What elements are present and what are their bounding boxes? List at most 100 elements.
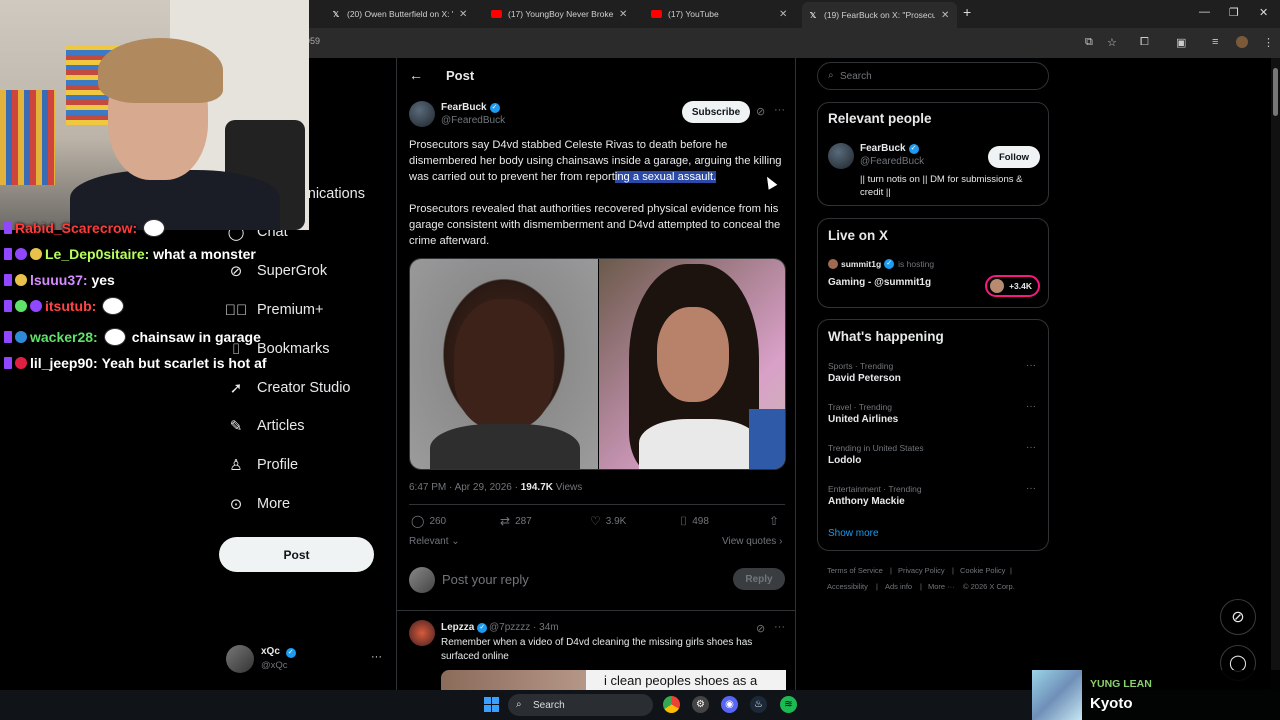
more-icon[interactable]: ··· [1026, 401, 1036, 412]
taskbar-search[interactable]: ⌕ Search [508, 694, 653, 716]
author-handle[interactable]: @FearedBuck [441, 115, 505, 126]
trend-item[interactable]: Anthony Mackie [828, 496, 905, 507]
view-quotes-link[interactable]: View quotes › [722, 536, 782, 547]
account-switcher[interactable]: xQc ✓ @xQc ··· [226, 645, 386, 673]
media-icon[interactable]: ≡ [1212, 36, 1218, 48]
sidebar-icon[interactable]: ▣ [1176, 36, 1186, 49]
avatar[interactable] [828, 143, 854, 169]
now-playing-song: Kyoto [1090, 695, 1133, 712]
live-listeners-badge[interactable]: +3.4K [985, 275, 1040, 297]
grok-fab[interactable]: ⊘ [1220, 599, 1256, 635]
nav-item-creator-studio[interactable]: ➚ Creator Studio [227, 376, 351, 400]
reply-video-thumbnail[interactable] [441, 670, 586, 690]
search-input[interactable]: ⌕ Search [817, 62, 1049, 90]
show-more-link[interactable]: Show more [828, 528, 879, 539]
chat-message: wacker28: chainsaw in garage [4, 327, 261, 347]
more-icon[interactable]: ··· [1026, 483, 1036, 494]
trend-item[interactable]: United Airlines [828, 414, 898, 425]
star-icon[interactable]: ☆ [1107, 36, 1117, 49]
app-icon[interactable]: ⚙ [692, 696, 709, 713]
footer-link[interactable]: Privacy Policy [898, 566, 945, 575]
scrollbar-thumb[interactable] [1273, 68, 1278, 116]
footer-link[interactable]: Terms of Service [827, 566, 883, 575]
sub-badge-icon [4, 331, 12, 343]
like-action[interactable]: ♡ 3.9K [590, 514, 626, 528]
steam-icon[interactable]: ♨ [750, 696, 767, 713]
more-icon[interactable]: ··· [371, 651, 382, 663]
grok-icon: ⊘ [1231, 609, 1245, 626]
tab-label: (19) FearBuck on X: "Prosecuto [824, 10, 935, 20]
browser-tab[interactable]: (17) YouTube ✕ [645, 4, 795, 24]
more-icon[interactable]: ··· [774, 104, 785, 116]
grok-icon[interactable]: ⊘ [756, 622, 765, 635]
share-action[interactable]: ⇧ [769, 514, 784, 528]
follow-button[interactable]: Follow [988, 146, 1040, 168]
new-tab-button[interactable]: + [963, 4, 971, 20]
trend-item[interactable]: Lodolo [828, 455, 861, 466]
scrollbar[interactable] [1271, 58, 1280, 690]
spotify-icon[interactable]: ≋ [780, 696, 797, 713]
grok-icon[interactable]: ⊘ [756, 105, 765, 118]
more-icon[interactable]: ··· [774, 621, 785, 633]
relevant-sort-dropdown[interactable]: Relevant ⌄ [409, 536, 460, 547]
person-name[interactable]: FearBuck ✓ [860, 143, 919, 154]
more-icon[interactable]: ··· [1026, 360, 1036, 371]
verified-icon: ✓ [285, 648, 296, 658]
footer-link[interactable]: Cookie Policy [960, 566, 1005, 575]
nav-item-profile[interactable]: ♙ Profile [227, 453, 298, 477]
reply-action[interactable]: ◯ 260 [411, 514, 446, 528]
tab-label: (20) Owen Butterfield on X: "am [347, 9, 453, 19]
back-arrow-icon[interactable]: ← [409, 67, 423, 83]
extensions-icon[interactable]: ⧠ [1140, 36, 1149, 49]
emote-icon [102, 297, 125, 315]
kebab-menu-icon[interactable]: ⋮ [1263, 36, 1274, 49]
avatar[interactable] [409, 101, 435, 127]
avatar[interactable] [409, 620, 435, 646]
mugshot-image[interactable] [410, 259, 598, 469]
trend-item[interactable]: David Peterson [828, 373, 901, 384]
panel-title: Live on X [828, 228, 889, 243]
chrome-icon[interactable] [663, 696, 680, 713]
badge-icon [30, 248, 42, 260]
portrait-image[interactable] [599, 259, 785, 469]
author-name[interactable]: FearBuck ✓ [441, 102, 500, 113]
repost-action[interactable]: ⇄ 287 [500, 514, 532, 528]
browser-tab-active[interactable]: 𝕏 (19) FearBuck on X: "Prosecuto ✕ [802, 2, 957, 28]
post-media[interactable] [409, 258, 786, 470]
emote-icon [103, 328, 126, 346]
nav-item-articles[interactable]: ✎ Articles [227, 414, 305, 438]
page-title: Post [446, 68, 475, 83]
close-icon[interactable]: ✕ [941, 10, 951, 21]
discord-icon[interactable]: ◉ [721, 696, 738, 713]
reply-input[interactable]: Post your reply [442, 572, 529, 587]
close-icon[interactable]: ✕ [459, 9, 469, 20]
nav-item-more[interactable]: ⊙ More [227, 492, 290, 516]
close-icon[interactable]: ✕ [619, 9, 629, 20]
cast-icon[interactable]: ⧉ [1085, 36, 1093, 49]
maximize-button[interactable]: ❐ [1229, 6, 1239, 19]
panel-title: Relevant people [828, 111, 932, 126]
reply-author-name[interactable]: Lepzza ✓ [441, 622, 488, 633]
reply-handle: @7pzzzz · 34m [489, 622, 559, 633]
subscribe-button[interactable]: Subscribe [682, 101, 750, 123]
bookmark-action[interactable]: ⌷ 498 [680, 514, 709, 529]
badge-icon [15, 300, 27, 312]
live-stream-title[interactable]: Gaming - @summit1g [828, 277, 931, 288]
profile-avatar-icon[interactable] [1236, 36, 1248, 48]
search-icon: ⌕ [516, 699, 522, 710]
live-host[interactable]: summit1g ✓ is hosting [828, 259, 934, 269]
close-icon[interactable]: ✕ [779, 9, 789, 20]
footer-link[interactable]: Ads info [885, 582, 912, 591]
browser-tab[interactable]: (17) YoungBoy Never Broke Ag ✕ [485, 4, 635, 24]
start-button[interactable] [484, 697, 499, 712]
close-window-button[interactable]: ✕ [1259, 6, 1268, 19]
more-icon[interactable]: ··· [1026, 442, 1036, 453]
footer-link[interactable]: Accessibility [827, 582, 868, 591]
footer-more-link[interactable]: More ··· [928, 582, 955, 591]
browser-tab[interactable]: 𝕏 (20) Owen Butterfield on X: "am ✕ [325, 4, 475, 24]
comment-icon: ◯ [411, 514, 425, 528]
reply-button[interactable]: Reply [733, 568, 785, 590]
minimize-button[interactable]: — [1199, 6, 1210, 18]
post-button[interactable]: Post [219, 537, 374, 572]
verified-icon: ✓ [489, 102, 500, 113]
